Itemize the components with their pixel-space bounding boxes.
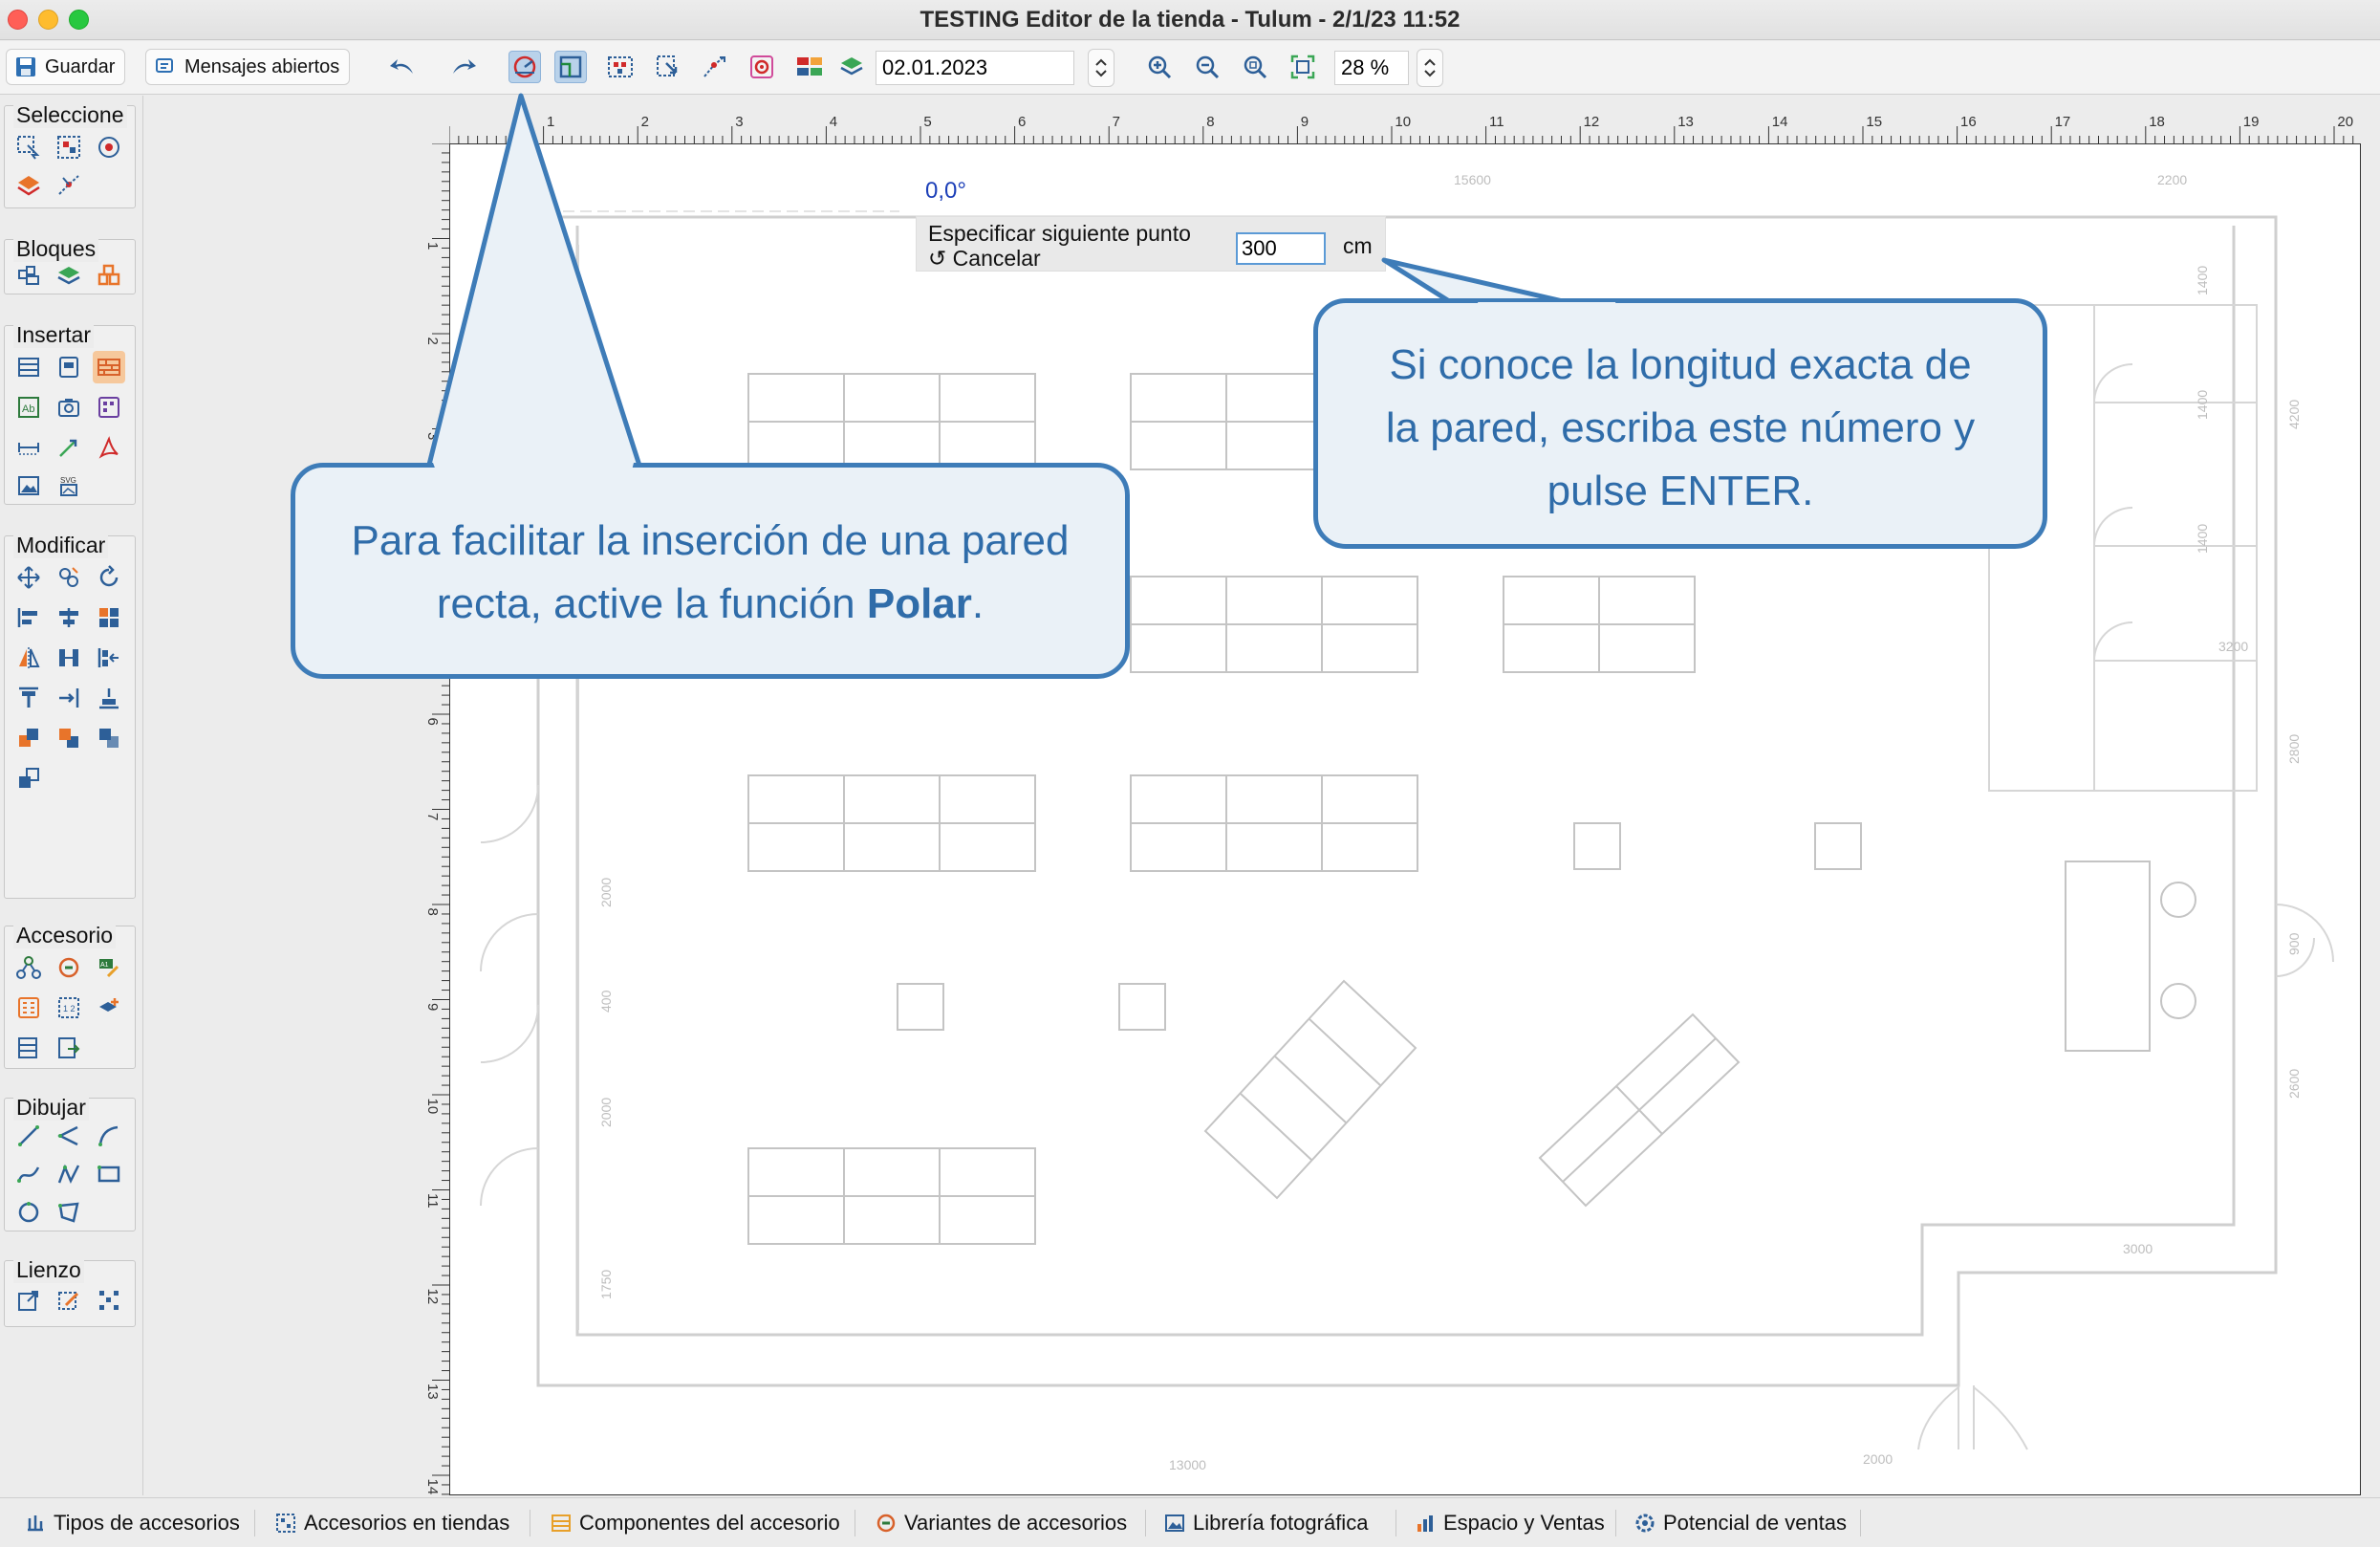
tab-fixture-variants[interactable]: Variantes de accesorios (876, 1508, 1127, 1538)
tab-label: Tipos de accesorios (54, 1511, 240, 1535)
status-separator (254, 1510, 255, 1536)
tab-label: Librería fotográfica (1193, 1511, 1369, 1535)
tab-label: Variantes de accesorios (904, 1511, 1128, 1535)
polar-hint-bold: Polar (866, 580, 972, 627)
tab-fixture-types[interactable]: Tipos de accesorios (25, 1508, 240, 1538)
tab-label: Potencial de ventas (1663, 1511, 1848, 1535)
status-separator (1615, 1510, 1616, 1536)
tab-photo-library[interactable]: Librería fotográfica (1164, 1508, 1368, 1538)
photo-library-icon (1165, 1514, 1184, 1532)
status-separator (1145, 1510, 1146, 1536)
tab-label: Componentes del accesorio (579, 1511, 840, 1535)
tab-label: Espacio y Ventas (1443, 1511, 1605, 1535)
polar-hint-end: . (971, 580, 984, 627)
tab-label: Accesorios en tiendas (304, 1511, 510, 1535)
left-callout-pointer (425, 93, 643, 471)
polar-hint-callout: Para facilitar la inserción de una pared… (291, 463, 1130, 679)
length-hint-callout: Si conoce la longitud exacta de la pared… (1313, 298, 2047, 549)
callout-pointers (425, 93, 1628, 471)
components-icon (552, 1514, 571, 1532)
tab-fixture-components[interactable]: Componentes del accesorio (551, 1508, 840, 1538)
store-fixtures-icon (276, 1514, 295, 1533)
sales-potential-icon (1635, 1514, 1655, 1533)
variants-icon (876, 1514, 896, 1533)
tab-space-sales[interactable]: Espacio y Ventas (1415, 1508, 1605, 1538)
fixture-types-icon (28, 1515, 43, 1532)
status-bar: Tipos de accesorios Accesorios en tienda… (0, 1497, 2380, 1547)
tab-sales-potential[interactable]: Potencial de ventas (1634, 1508, 1847, 1538)
length-hint-text: Si conoce la longitud exacta de la pared… (1385, 341, 1976, 514)
space-sales-icon (1417, 1515, 1433, 1532)
status-separator (1860, 1510, 1861, 1536)
tab-store-fixtures[interactable]: Accesorios en tiendas (275, 1508, 509, 1538)
